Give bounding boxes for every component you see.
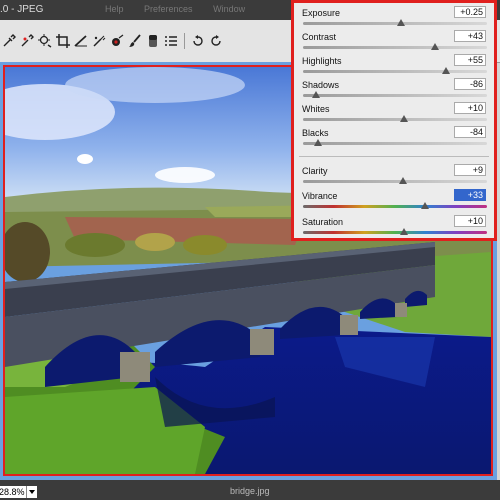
list-icon[interactable] xyxy=(162,32,180,50)
slider-value-input[interactable]: +43 xyxy=(454,30,486,42)
slider-thumb[interactable] xyxy=(421,202,430,209)
slider-thumb[interactable] xyxy=(396,19,405,26)
slider-label: Whites xyxy=(302,104,330,114)
slider-label: Blacks xyxy=(302,128,329,138)
rotate-ccw-icon[interactable] xyxy=(189,32,207,50)
toolbar-divider xyxy=(184,33,185,49)
slider-track[interactable] xyxy=(303,94,487,97)
zoom-level-field[interactable]: 28.8% xyxy=(0,486,26,498)
slider-label: Saturation xyxy=(302,217,344,227)
slider-track[interactable] xyxy=(303,46,487,49)
slider-thumb[interactable] xyxy=(400,228,409,235)
slider-thumb[interactable] xyxy=(441,67,450,74)
adjustment-brush-icon[interactable] xyxy=(126,32,144,50)
slider-thumb[interactable] xyxy=(430,43,439,50)
slider-track[interactable] xyxy=(303,205,487,208)
panel-divider xyxy=(299,156,489,157)
slider-label: Vibrance xyxy=(302,191,338,201)
slider-value-input[interactable]: +0.25 xyxy=(454,6,486,18)
graduated-filter-icon[interactable] xyxy=(144,32,162,50)
menu-item-help[interactable]: Help xyxy=(105,4,124,14)
slider-value-input[interactable]: -84 xyxy=(454,126,486,138)
slider-track[interactable] xyxy=(303,118,487,121)
menu-bar: Help Preferences Window xyxy=(105,4,263,14)
slider-thumb[interactable] xyxy=(311,91,320,98)
crop-icon[interactable] xyxy=(54,32,72,50)
slider-thumb[interactable] xyxy=(399,177,408,184)
slider-label: Contrast xyxy=(302,32,337,42)
red-eye-icon[interactable] xyxy=(108,32,126,50)
eyedropper-icon[interactable] xyxy=(0,32,18,50)
slider-track[interactable] xyxy=(303,180,487,183)
file-name: bridge.jpg xyxy=(230,486,270,496)
status-bar: 28.8% bridge.jpg xyxy=(0,480,500,500)
slider-value-input[interactable]: +33 xyxy=(454,189,486,201)
slider-thumb[interactable] xyxy=(400,115,409,122)
straighten-icon[interactable] xyxy=(72,32,90,50)
adjustments-panel: Exposure +0.25 Contrast +43 Highlights +55 Sha… xyxy=(291,0,497,241)
slider-value-input[interactable]: +10 xyxy=(454,215,486,227)
slider-label: Shadows xyxy=(302,80,340,90)
slider-value-input[interactable]: +55 xyxy=(454,54,486,66)
slider-value-input[interactable]: +10 xyxy=(454,102,486,114)
tool-strip xyxy=(0,32,225,50)
slider-value-input[interactable]: -86 xyxy=(454,78,486,90)
slider-track[interactable] xyxy=(303,22,487,25)
slider-thumb[interactable] xyxy=(313,139,322,146)
slider-value-input[interactable]: +9 xyxy=(454,164,486,176)
color-sampler-icon[interactable] xyxy=(18,32,36,50)
slider-label: Highlights xyxy=(302,56,342,66)
window-title: .0 - JPEG xyxy=(0,4,44,15)
zoom-dropdown-icon[interactable] xyxy=(26,486,37,498)
targeted-adjust-icon[interactable] xyxy=(36,32,54,50)
rotate-cw-icon[interactable] xyxy=(207,32,225,50)
slider-track[interactable] xyxy=(303,70,487,73)
spot-removal-icon[interactable] xyxy=(90,32,108,50)
slider-track[interactable] xyxy=(303,142,487,145)
menu-item-window[interactable]: Window xyxy=(213,4,245,14)
menu-item-preferences[interactable]: Preferences xyxy=(144,4,193,14)
slider-label: Exposure xyxy=(302,8,341,18)
slider-label: Clarity xyxy=(302,166,328,176)
slider-track[interactable] xyxy=(303,231,487,234)
